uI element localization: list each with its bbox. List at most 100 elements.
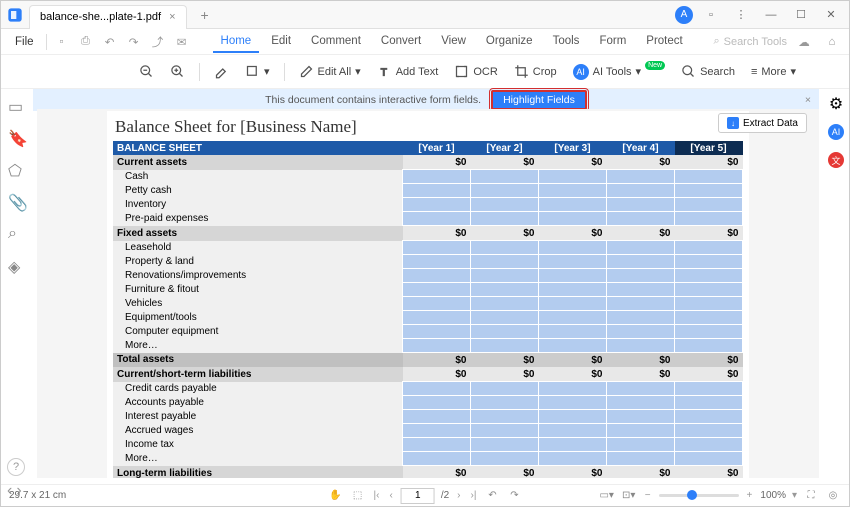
save-icon[interactable]: ▫: [51, 31, 73, 53]
highlighter-button[interactable]: [208, 61, 235, 82]
search-panel-icon[interactable]: ⌕: [8, 225, 26, 243]
form-field[interactable]: [675, 410, 743, 424]
form-field[interactable]: [607, 424, 675, 438]
form-field[interactable]: [675, 438, 743, 452]
layers-icon[interactable]: ◈: [8, 257, 26, 275]
add-text-button[interactable]: TAdd Text: [371, 61, 445, 82]
form-field[interactable]: [403, 184, 471, 198]
edit-all-button[interactable]: Edit All▾: [293, 61, 367, 82]
form-field[interactable]: [539, 297, 607, 311]
form-field[interactable]: [539, 382, 607, 396]
cloud-icon[interactable]: ☁: [793, 31, 815, 53]
user-avatar[interactable]: A: [675, 6, 693, 24]
form-field[interactable]: [675, 325, 743, 339]
form-field[interactable]: [403, 410, 471, 424]
form-field[interactable]: [607, 283, 675, 297]
share-icon[interactable]: ⤴: [147, 31, 169, 53]
form-field[interactable]: [675, 241, 743, 255]
form-field[interactable]: [607, 452, 675, 466]
tab-convert[interactable]: Convert: [373, 31, 429, 53]
form-field[interactable]: [539, 283, 607, 297]
form-field[interactable]: [471, 452, 539, 466]
help-icon[interactable]: ?: [7, 458, 25, 476]
zoom-in-icon[interactable]: +: [745, 490, 755, 501]
rotate-right-icon[interactable]: ↷: [506, 488, 522, 504]
form-field[interactable]: [539, 241, 607, 255]
form-field[interactable]: [471, 424, 539, 438]
form-field[interactable]: [539, 255, 607, 269]
form-field[interactable]: [539, 424, 607, 438]
settings-icon[interactable]: ⚙: [827, 95, 845, 113]
page-number-input[interactable]: [401, 488, 435, 504]
form-field[interactable]: [539, 311, 607, 325]
form-field[interactable]: [607, 212, 675, 226]
attachments-icon[interactable]: 📎: [8, 193, 26, 211]
form-field[interactable]: [471, 438, 539, 452]
ai-translate-icon[interactable]: 文: [827, 151, 845, 169]
form-field[interactable]: [675, 297, 743, 311]
rotate-left-icon[interactable]: ↶: [484, 488, 500, 504]
form-field[interactable]: [403, 424, 471, 438]
print-icon[interactable]: ⎙: [75, 31, 97, 53]
form-field[interactable]: [471, 325, 539, 339]
focus-mode-icon[interactable]: ◎: [825, 488, 841, 504]
form-field[interactable]: [539, 269, 607, 283]
form-field[interactable]: [539, 198, 607, 212]
form-field[interactable]: [403, 382, 471, 396]
security-icon[interactable]: ⬠: [8, 161, 26, 179]
form-field[interactable]: [403, 452, 471, 466]
form-field[interactable]: [471, 269, 539, 283]
maximize-button[interactable]: ☐: [789, 3, 813, 27]
tab-comment[interactable]: Comment: [303, 31, 369, 53]
first-page-button[interactable]: |‹: [372, 490, 382, 501]
document-tab[interactable]: balance-she...plate-1.pdf ×: [29, 5, 187, 29]
tab-organize[interactable]: Organize: [478, 31, 541, 53]
form-field[interactable]: [471, 170, 539, 184]
form-field[interactable]: [607, 170, 675, 184]
email-icon[interactable]: ✉: [171, 31, 193, 53]
app-menu-icon[interactable]: ▫: [699, 3, 723, 27]
zoom-in-button[interactable]: [164, 61, 191, 82]
form-field[interactable]: [403, 255, 471, 269]
form-field[interactable]: [607, 198, 675, 212]
form-field[interactable]: [607, 410, 675, 424]
fullscreen-icon[interactable]: ⛶: [803, 488, 819, 504]
kebab-icon[interactable]: ⋮: [729, 3, 753, 27]
highlight-fields-button[interactable]: Highlight Fields: [491, 90, 587, 110]
ai-assistant-icon[interactable]: AI: [827, 123, 845, 141]
form-field[interactable]: [403, 339, 471, 353]
more-button[interactable]: ≡ More▾: [745, 62, 802, 81]
document-viewport[interactable]: ↓ Extract Data Balance Sheet for [Busine…: [37, 109, 819, 478]
extract-data-button[interactable]: ↓ Extract Data: [718, 113, 807, 133]
form-field[interactable]: [607, 184, 675, 198]
form-field[interactable]: [539, 396, 607, 410]
form-field[interactable]: [403, 170, 471, 184]
form-field[interactable]: [675, 170, 743, 184]
form-field[interactable]: [539, 212, 607, 226]
form-field[interactable]: [607, 325, 675, 339]
close-window-button[interactable]: ✕: [819, 3, 843, 27]
form-field[interactable]: [675, 283, 743, 297]
form-field[interactable]: [471, 382, 539, 396]
zoom-out-button[interactable]: [133, 61, 160, 82]
next-page-button[interactable]: ›: [455, 490, 462, 501]
form-field[interactable]: [607, 255, 675, 269]
form-field[interactable]: [403, 311, 471, 325]
form-field[interactable]: [403, 438, 471, 452]
form-field[interactable]: [403, 241, 471, 255]
home-icon[interactable]: ⌂: [821, 31, 843, 53]
form-field[interactable]: [471, 396, 539, 410]
form-field[interactable]: [607, 339, 675, 353]
form-field[interactable]: [675, 424, 743, 438]
tab-edit[interactable]: Edit: [263, 31, 299, 53]
close-tab-icon[interactable]: ×: [169, 11, 175, 23]
form-field[interactable]: [403, 396, 471, 410]
form-field[interactable]: [675, 198, 743, 212]
minimize-button[interactable]: —: [759, 3, 783, 27]
form-field[interactable]: [675, 396, 743, 410]
close-notification-icon[interactable]: ×: [805, 94, 811, 106]
thumbnails-icon[interactable]: ▭: [8, 97, 26, 115]
form-field[interactable]: [471, 297, 539, 311]
tab-view[interactable]: View: [433, 31, 474, 53]
form-field[interactable]: [403, 325, 471, 339]
